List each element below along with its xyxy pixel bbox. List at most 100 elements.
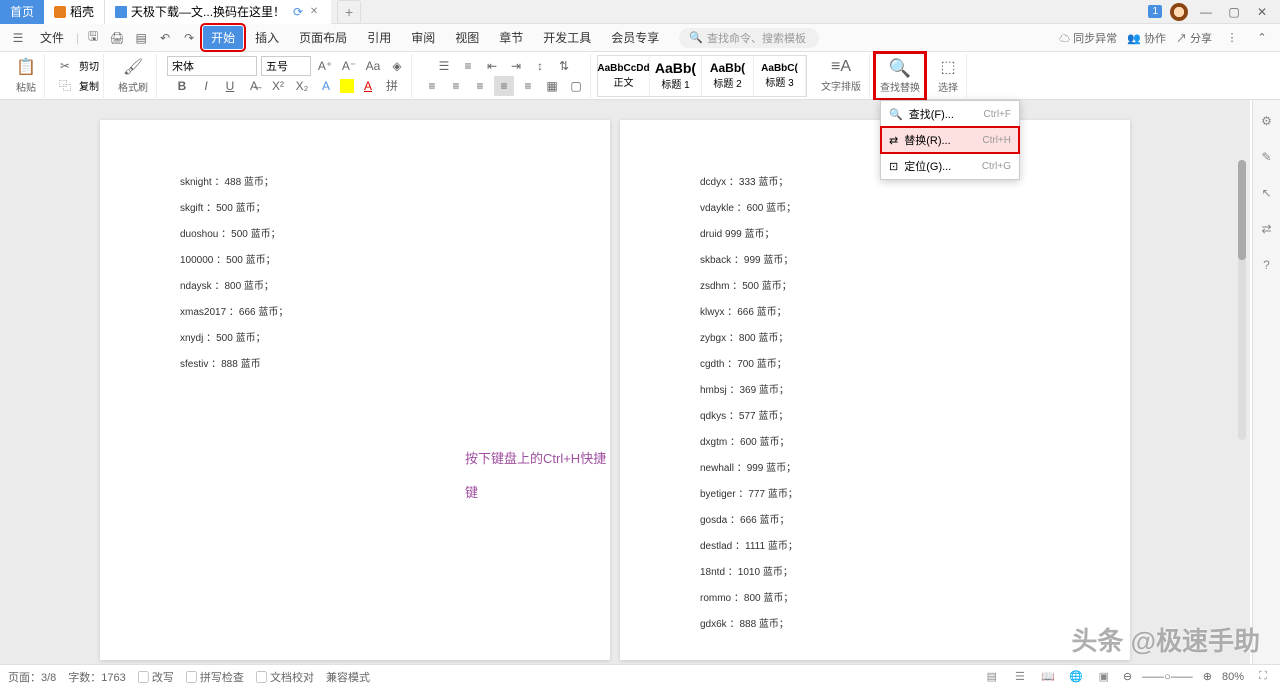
tab-review[interactable]: 审阅 — [403, 26, 443, 49]
vertical-scrollbar[interactable] — [1238, 160, 1246, 440]
view-focus-icon[interactable]: ▣ — [1095, 668, 1113, 686]
zoom-in[interactable]: ⊕ — [1203, 670, 1212, 683]
distribute[interactable]: ≡ — [518, 76, 538, 96]
tab-start[interactable]: 开始 — [203, 26, 243, 49]
sort[interactable]: ⇅ — [554, 56, 574, 76]
format-painter[interactable]: 🖌格式刷 — [114, 57, 152, 94]
tab-home[interactable]: 首页 — [0, 0, 44, 24]
borders[interactable]: ▢ — [566, 76, 586, 96]
superscript[interactable]: X² — [268, 76, 288, 96]
change-case[interactable]: Aa — [363, 56, 383, 76]
tab-reference[interactable]: 引用 — [359, 26, 399, 49]
undo-icon[interactable]: ↶ — [155, 28, 175, 48]
save-icon[interactable]: 🖫 — [83, 28, 103, 48]
align-center[interactable]: ≡ — [446, 76, 466, 96]
minimize-button[interactable]: — — [1196, 2, 1216, 22]
fullscreen-icon[interactable]: ⛶ — [1254, 668, 1272, 686]
align-left[interactable]: ≡ — [422, 76, 442, 96]
file-menu[interactable]: 文件 — [32, 26, 72, 49]
text-layout[interactable]: ≡A文字排版 — [817, 58, 865, 93]
view-page-icon[interactable]: ▤ — [983, 668, 1001, 686]
command-search[interactable]: 🔍 查找命令、搜索模板 — [679, 28, 819, 48]
tab-document[interactable]: 天极下载—文...换码在这里！ ⟳ ✕ — [105, 0, 331, 24]
dropdown-find[interactable]: 🔍 查找(F)... Ctrl+F — [881, 101, 1019, 127]
copy-button[interactable]: ⿻ — [55, 76, 75, 96]
grow-font[interactable]: A⁺ — [315, 56, 335, 76]
view-outline-icon[interactable]: ☰ — [1011, 668, 1029, 686]
style-h2[interactable]: AaBb(标题 2 — [702, 56, 754, 96]
refresh-icon[interactable]: ⟳ — [293, 5, 303, 19]
numbering[interactable]: ≡ — [458, 56, 478, 76]
style-h3[interactable]: AaBbC(标题 3 — [754, 56, 806, 96]
pinyin-guide[interactable]: 拼 — [382, 76, 402, 96]
page-2[interactable]: dcdyx ：333 蓝币； vdaykle ：600 蓝币； druid 99… — [620, 120, 1130, 660]
tab-vip[interactable]: 会员专享 — [603, 26, 667, 49]
bullets[interactable]: ☰ — [434, 56, 454, 76]
page-indicator[interactable]: 页面：3/8 — [8, 669, 56, 685]
font-color[interactable]: A — [358, 76, 378, 96]
paste-button[interactable]: 📋粘贴 — [12, 57, 40, 94]
view-read-icon[interactable]: 📖 — [1039, 668, 1057, 686]
font-size-select[interactable]: 五号 — [261, 56, 311, 76]
align-right[interactable]: ≡ — [470, 76, 490, 96]
tab-add[interactable]: + — [337, 0, 361, 24]
style-gallery[interactable]: AaBbCcDd正文 AaBb(标题 1 AaBb(标题 2 AaBbC(标题 … — [597, 55, 807, 97]
print-icon[interactable]: 🖨 — [107, 28, 127, 48]
close-button[interactable]: ✕ — [1252, 2, 1272, 22]
view-web-icon[interactable]: 🌐 — [1067, 668, 1085, 686]
sidebar-tools-icon[interactable]: ⚙ — [1258, 112, 1276, 130]
highlight-color[interactable] — [340, 79, 354, 93]
preview-icon[interactable]: ▤ — [131, 28, 151, 48]
tab-close[interactable]: ✕ — [307, 5, 321, 19]
italic-button[interactable]: I — [196, 76, 216, 96]
dropdown-replace[interactable]: ⇄ 替换(R)... Ctrl+H — [881, 127, 1019, 153]
tab-layout[interactable]: 页面布局 — [291, 26, 355, 49]
status-proofread[interactable]: ▢ 文档校对 — [256, 669, 314, 685]
tab-view[interactable]: 视图 — [447, 26, 487, 49]
redo-icon[interactable]: ↷ — [179, 28, 199, 48]
sync-status[interactable]: ☁ 同步异常 — [1059, 30, 1117, 46]
status-overwrite[interactable]: ▢ 改写 — [138, 669, 174, 685]
dropdown-goto[interactable]: ⊡ 定位(G)... Ctrl+G — [881, 153, 1019, 179]
tab-daoke[interactable]: 稻壳 — [44, 0, 105, 24]
indent-dec[interactable]: ⇤ — [482, 56, 502, 76]
select-button[interactable]: ⬚选择 — [934, 57, 962, 94]
line-spacing[interactable]: ↕ — [530, 56, 550, 76]
sidebar-help-icon[interactable]: ? — [1258, 256, 1276, 274]
notification-badge[interactable]: 1 — [1148, 5, 1162, 18]
sidebar-pointer-icon[interactable]: ↖ — [1258, 184, 1276, 202]
tab-developer[interactable]: 开发工具 — [535, 26, 599, 49]
underline-button[interactable]: U — [220, 76, 240, 96]
font-name-select[interactable]: 宋体 — [167, 56, 257, 76]
more-icon[interactable]: ⋮ — [1222, 28, 1242, 48]
collapse-ribbon-icon[interactable]: ⌃ — [1252, 28, 1272, 48]
shading[interactable]: ▦ — [542, 76, 562, 96]
indent-inc[interactable]: ⇥ — [506, 56, 526, 76]
text-effects[interactable]: A — [316, 76, 336, 96]
strike-button[interactable]: A̶ — [244, 76, 264, 96]
zoom-level[interactable]: 80% — [1222, 671, 1244, 683]
status-compat[interactable]: 兼容模式 — [326, 669, 370, 685]
zoom-out[interactable]: ⊖ — [1123, 670, 1132, 683]
share-button[interactable]: ↗ 分享 — [1176, 30, 1212, 46]
tab-chapter[interactable]: 章节 — [491, 26, 531, 49]
tab-insert[interactable]: 插入 — [247, 26, 287, 49]
align-justify[interactable]: ≡ — [494, 76, 514, 96]
sidebar-pen-icon[interactable]: ✎ — [1258, 148, 1276, 166]
status-spellcheck[interactable]: ▢ 拼写检查 — [186, 669, 244, 685]
find-replace-button[interactable]: 🔍 查找替换 — [876, 54, 924, 98]
coop-button[interactable]: 👥 协作 — [1127, 30, 1166, 46]
maximize-button[interactable]: ▢ — [1224, 2, 1244, 22]
cut-button[interactable]: ✂ — [55, 56, 75, 76]
sidebar-adjust-icon[interactable]: ⇄ — [1258, 220, 1276, 238]
subscript[interactable]: X₂ — [292, 76, 312, 96]
bold-button[interactable]: B — [172, 76, 192, 96]
user-avatar[interactable] — [1170, 3, 1188, 21]
clear-format[interactable]: ◈ — [387, 56, 407, 76]
shrink-font[interactable]: A⁻ — [339, 56, 359, 76]
style-h1[interactable]: AaBb(标题 1 — [650, 56, 702, 96]
menu-icon[interactable]: ☰ — [8, 28, 28, 48]
scroll-thumb[interactable] — [1238, 160, 1246, 260]
word-count[interactable]: 字数：1763 — [68, 669, 125, 685]
style-normal[interactable]: AaBbCcDd正文 — [598, 56, 650, 96]
